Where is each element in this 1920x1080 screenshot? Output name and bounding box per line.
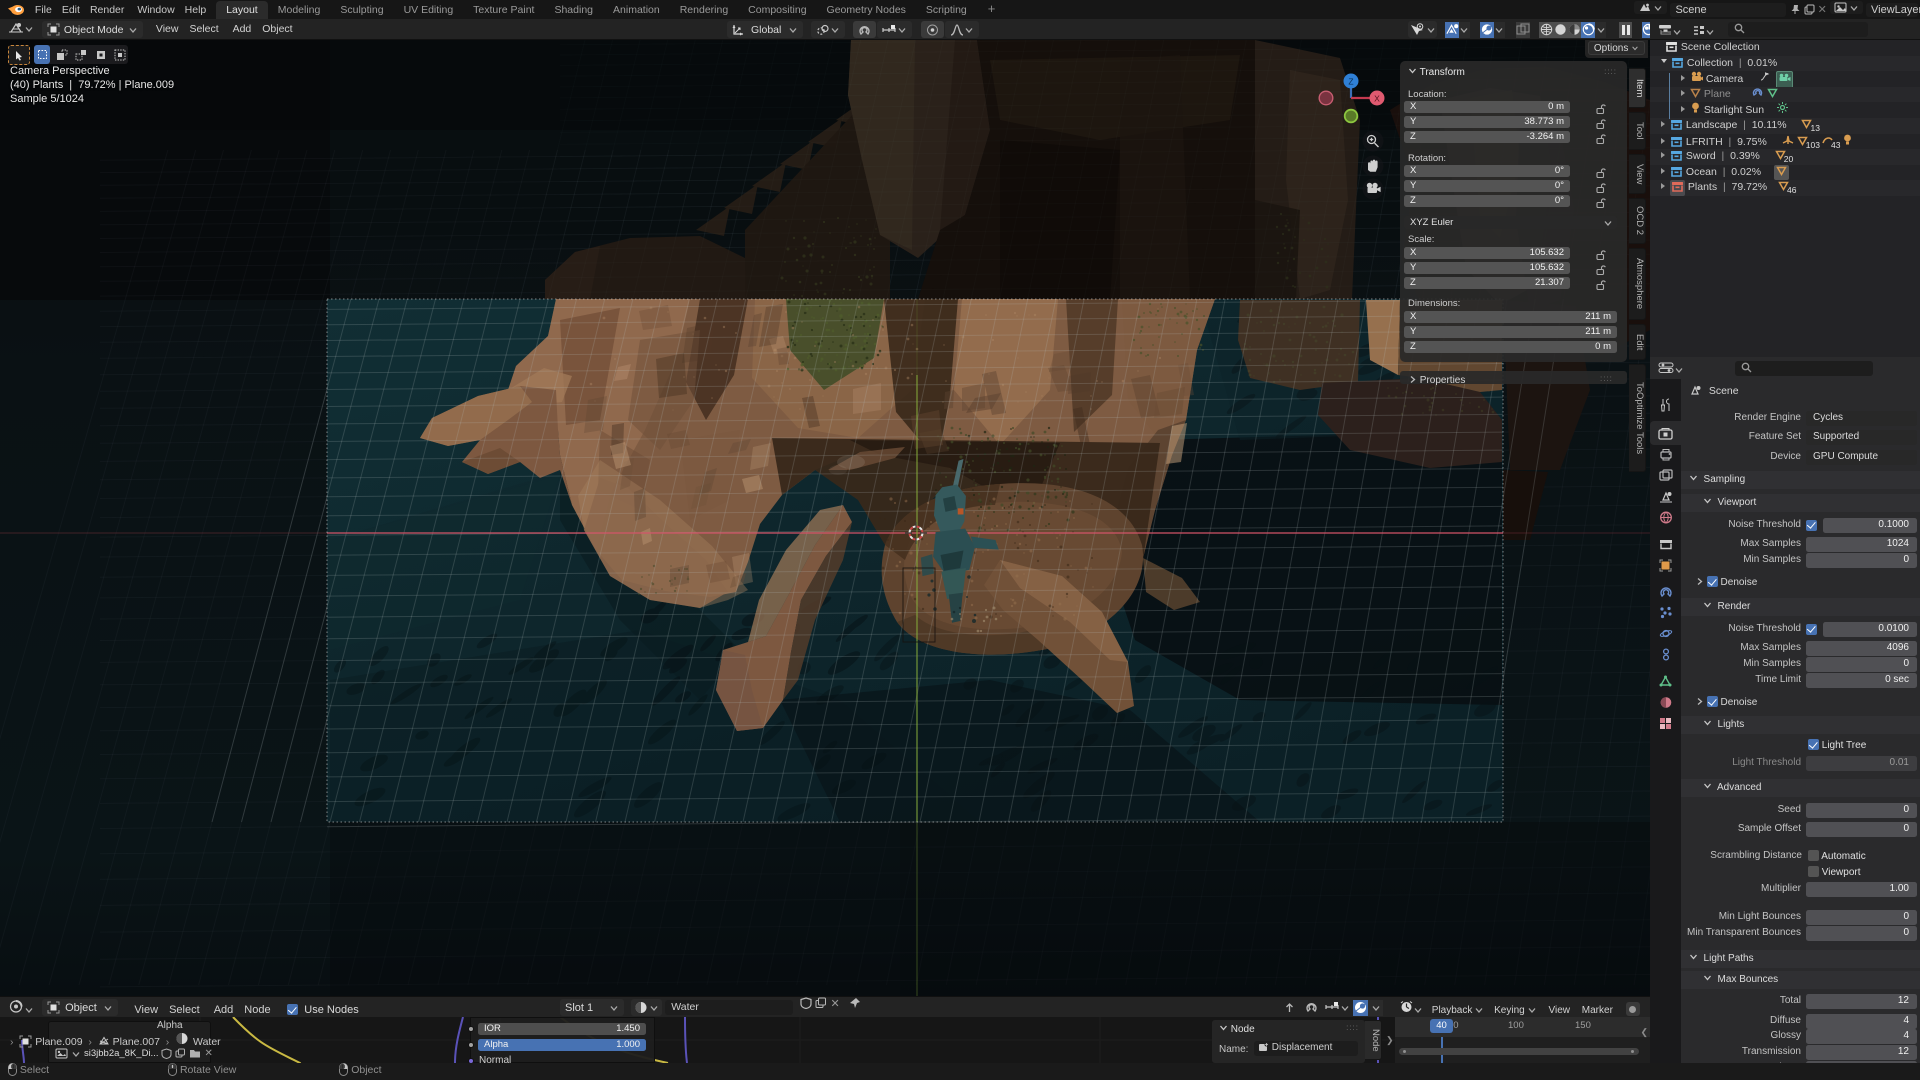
svg-text:X: X — [1374, 94, 1380, 104]
svg-text:Z: Z — [1348, 77, 1353, 87]
